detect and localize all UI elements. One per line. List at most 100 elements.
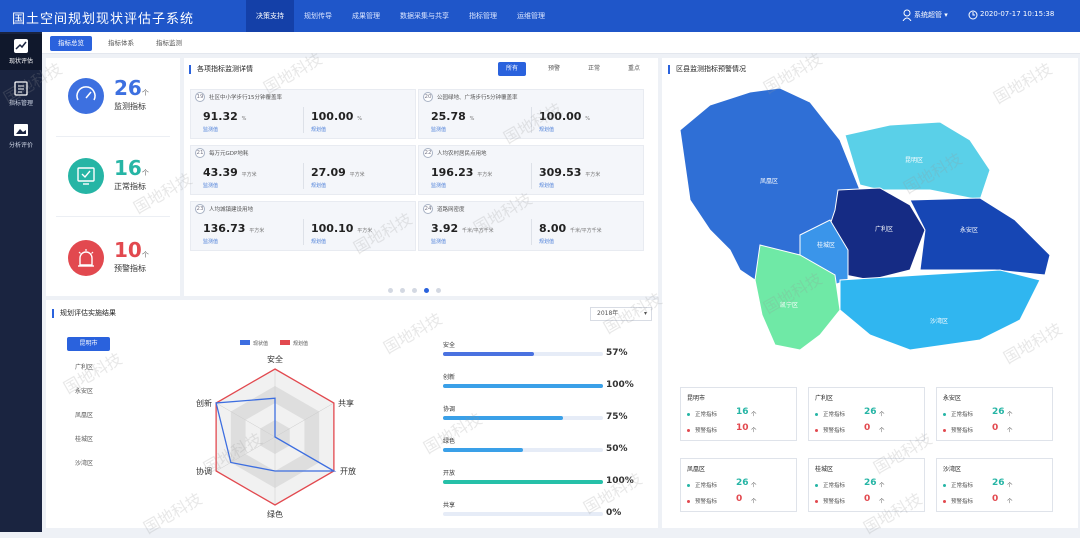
kpi-panel: 26个 监测指标 16个 正常指标 10个 预警指标: [46, 58, 180, 296]
card-title: 道路网密度: [437, 207, 465, 213]
district-item[interactable]: 桂城区: [67, 433, 127, 447]
warn-count: 0: [736, 494, 743, 504]
progress-fill: [443, 384, 603, 388]
nav-transmission[interactable]: 规划传导: [294, 0, 342, 32]
bar-label: 开放: [443, 470, 456, 477]
bar-percent: 50%: [606, 444, 628, 454]
top-bar: 国土空间规划现状评估子系统 决策支持 规划传导 成果管理 数据采集与共享 指标管…: [0, 0, 1080, 32]
indicator-card[interactable]: 22 人均农村居民点用地 196.23 平方米 监测值 309.53 平方米 规划值: [418, 145, 644, 195]
filter-key[interactable]: 重点: [620, 62, 648, 76]
district-summary-card[interactable]: 凤凰区 正常指标 26 个预警指标 0 个: [680, 458, 797, 512]
progress-track: [443, 352, 603, 356]
district-item[interactable]: 昆明市: [67, 337, 110, 351]
map-label: 昆明区: [905, 157, 923, 164]
bar-percent: 57%: [606, 348, 628, 358]
region-shawan[interactable]: [839, 269, 1041, 351]
region-yongan[interactable]: [909, 197, 1051, 276]
monitor-value-label: 监测值: [203, 127, 219, 133]
progress-fill: [443, 448, 523, 452]
nav-decision[interactable]: 决策支持: [246, 0, 294, 32]
radar-axis-label: 安全: [267, 354, 283, 364]
district-summary-card[interactable]: 桂城区 正常指标 26 个预警指标 0 个: [808, 458, 925, 512]
indicator-card[interactable]: 23 人均城镇建设用地 136.73 平方米 监测值 100.10 平方米 规划值: [190, 201, 416, 251]
plan-value-label: 规划值: [539, 183, 555, 189]
carousel-dot[interactable]: [436, 288, 441, 293]
card-title: 社区中小学步行15分钟覆盖率: [209, 95, 282, 101]
normal-row: 正常指标: [687, 481, 717, 489]
nav-results[interactable]: 成果管理: [342, 0, 390, 32]
card-number: 24: [423, 204, 433, 214]
district-item[interactable]: 凤凰区: [67, 409, 127, 423]
indicator-card[interactable]: 24 道路网密度 3.92 千米/平方千米 监测值 8.00 千米/平方千米 规划值: [418, 201, 644, 251]
legend-label: 规划值: [293, 340, 308, 347]
nav-indicators[interactable]: 指标管理: [459, 0, 507, 32]
district-summary-card[interactable]: 昆明市 正常指标 16 个预警指标 10 个: [680, 387, 797, 441]
sidebar-item-analysis[interactable]: 分析评价: [0, 118, 42, 154]
filter-all[interactable]: 所有: [498, 62, 527, 76]
summary-name: 昆明市: [687, 395, 706, 402]
nav-ops[interactable]: 运维管理: [507, 0, 555, 32]
divider: [531, 163, 532, 189]
summary-name: 凤凰区: [687, 466, 706, 473]
map-label: 沙湾区: [930, 317, 948, 325]
year-select[interactable]: 2018年 ▾: [590, 307, 652, 321]
user-icon[interactable]: [902, 9, 912, 21]
tab-monitor[interactable]: 指标监测: [148, 36, 190, 51]
map-label: 凯宁区: [780, 301, 798, 309]
monitor-value-label: 监测值: [203, 239, 219, 245]
carousel-dot[interactable]: [412, 288, 417, 293]
card-title: 每万元GDP地耗: [209, 151, 249, 157]
unit: 个: [1007, 428, 1013, 434]
unit: 个: [1007, 483, 1013, 489]
sub-tabs: 指标总览 指标体系 指标监测: [42, 32, 1080, 54]
sidebar-item-label: 指标管理: [8, 100, 33, 107]
datetime: 2020-07-17 10:15:38: [980, 10, 1055, 18]
user-menu[interactable]: 系统超管 ▾: [914, 10, 948, 20]
unit: 个: [751, 483, 757, 489]
district-item[interactable]: 沙湾区: [67, 457, 127, 471]
warn-count: 10: [736, 423, 749, 433]
card-title: 公园绿地、广场步行5分钟覆盖率: [437, 95, 518, 101]
app-title: 国土空间规划现状评估子系统: [12, 12, 195, 27]
plan-value-label: 规划值: [539, 239, 555, 245]
filter-warning[interactable]: 预警: [540, 62, 568, 76]
district-summary-card[interactable]: 广利区 正常指标 26 个预警指标 0 个: [808, 387, 925, 441]
indicator-card[interactable]: 20 公园绿地、广场步行5分钟覆盖率 25.78 % 监测值 100.00 % 规划值: [418, 89, 644, 139]
unit: 个: [751, 499, 757, 505]
indicator-card[interactable]: 21 每万元GDP地耗 43.39 平方米 监测值 27.09 平方米 规划值: [190, 145, 416, 195]
progress-track: [443, 416, 603, 420]
sidebar-item-status[interactable]: 现状评估: [0, 34, 42, 70]
monitor-check-icon: [68, 158, 104, 194]
carousel-dot[interactable]: [388, 288, 393, 293]
plan-value-label: 规划值: [311, 127, 327, 133]
kpi-monitor: 26个 监测指标: [46, 68, 176, 138]
plan-value: 100.00 %: [311, 110, 363, 123]
district-summary-card[interactable]: 永安区 正常指标 26 个预警指标 0 个: [936, 387, 1053, 441]
district-item[interactable]: 广利区: [67, 361, 127, 375]
filter-normal[interactable]: 正常: [580, 62, 608, 76]
plan-value: 27.09 平方米: [311, 166, 365, 179]
bar-label: 安全: [443, 342, 456, 349]
warn-row: 预警指标: [687, 426, 717, 434]
warn-row: 预警指标: [943, 426, 973, 434]
summary-name: 桂城区: [815, 466, 834, 473]
divider: [303, 163, 304, 189]
progress-track: [443, 512, 603, 516]
main-nav: 决策支持 规划传导 成果管理 数据采集与共享 指标管理 运维管理: [246, 0, 555, 32]
carousel-dot[interactable]: [400, 288, 405, 293]
district-summary-card[interactable]: 沙湾区 正常指标 26 个预警指标 0 个: [936, 458, 1053, 512]
plan-value: 8.00 千米/平方千米: [539, 222, 602, 235]
unit: 个: [1007, 412, 1013, 418]
tab-overview[interactable]: 指标总览: [50, 36, 92, 51]
carousel-dot-active[interactable]: [424, 288, 429, 293]
normal-count: 26: [992, 407, 1005, 417]
indicator-card[interactable]: 19 社区中小学步行15分钟覆盖率 91.32 % 监测值 100.00 % 规划值: [190, 89, 416, 139]
unit: 个: [879, 499, 885, 505]
tab-system[interactable]: 指标体系: [100, 36, 142, 51]
district-item[interactable]: 永安区: [67, 385, 127, 399]
sidebar-item-indicators[interactable]: 指标管理: [0, 76, 42, 112]
monitor-value: 43.39 平方米: [203, 166, 257, 179]
nav-data[interactable]: 数据采集与共享: [390, 0, 459, 32]
unit: 个: [879, 483, 885, 489]
sidebar-item-label: 现状评估: [8, 58, 33, 65]
